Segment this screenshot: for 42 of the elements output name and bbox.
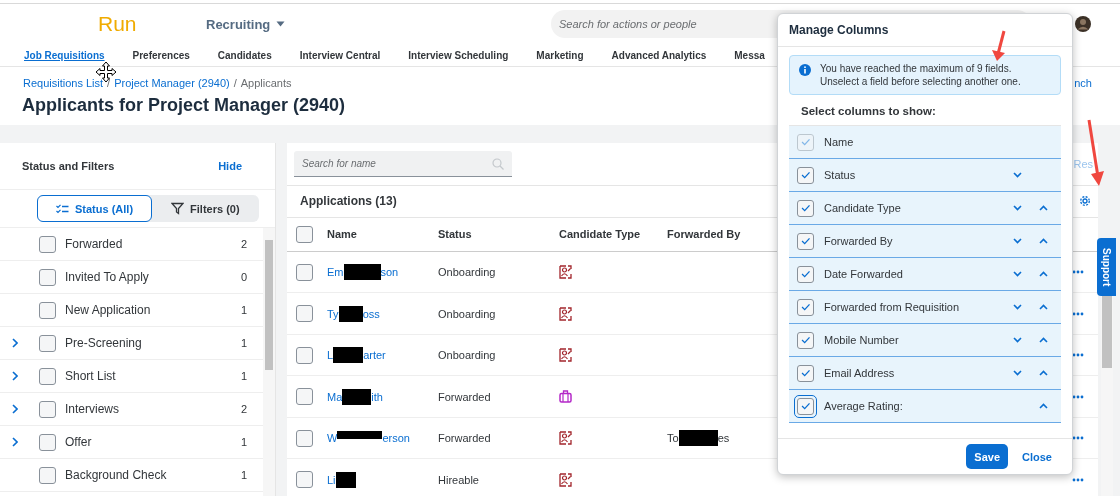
status-label: Pre-Screening — [65, 336, 143, 350]
page-title: Applicants for Project Manager (2940) — [22, 95, 346, 116]
breadcrumb-separator: / — [233, 77, 237, 89]
column-label: Forwarded By — [824, 235, 894, 247]
status-count: 1 — [241, 469, 249, 481]
status-cell-text: Forwarded — [438, 390, 492, 403]
status-count: 1 — [241, 337, 249, 349]
status-label: Interviews — [65, 402, 121, 416]
table-cell: To — [667, 432, 679, 445]
breadcrumb-current: Applicants — [240, 77, 292, 89]
status-label: Forwarded — [65, 237, 124, 251]
column-label: Status — [824, 169, 857, 181]
column-label: Date Forwarded — [824, 268, 904, 280]
status-count: 2 — [241, 403, 249, 415]
column-label: Name — [824, 136, 855, 148]
status-count: 1 — [241, 370, 249, 382]
message-text: You have reached the maximum of 9 fields. Unselect a field before selecting another one. — [820, 62, 1022, 88]
table-title: Applications (13) — [300, 194, 397, 209]
column-label: Email Address — [824, 367, 896, 379]
section-label: Select columns to show: — [800, 104, 937, 119]
table-cell: es — [717, 432, 730, 445]
status-label: Offer — [65, 435, 93, 449]
status-label: Invited To Apply — [65, 270, 150, 284]
popover-title: Manage Columns — [778, 14, 1072, 47]
status-cell-text: Forwarded — [438, 432, 492, 445]
status-label: Background Check — [65, 468, 168, 482]
column-label: Mobile Number — [824, 334, 900, 346]
status-label: New Application — [65, 303, 152, 317]
status-count: 2 — [241, 238, 249, 250]
column-label: Average Rating: — [824, 400, 904, 412]
status-count: 1 — [241, 304, 249, 316]
status-cell-text: Onboarding — [438, 349, 497, 362]
status-cell-text: Onboarding — [438, 307, 497, 320]
status-count: 1 — [241, 436, 249, 448]
status-label: Short List — [65, 369, 117, 383]
status-count: 0 — [241, 271, 249, 283]
column-label: Forwarded from Requisition — [824, 301, 961, 313]
breadcrumb-separator: / — [107, 77, 111, 89]
status-cell-text: Hireable — [438, 473, 480, 486]
status-cell-text: Onboarding — [438, 266, 497, 279]
panel-title: Status and Filters — [22, 160, 115, 172]
column-label: Candidate Type — [824, 202, 902, 214]
